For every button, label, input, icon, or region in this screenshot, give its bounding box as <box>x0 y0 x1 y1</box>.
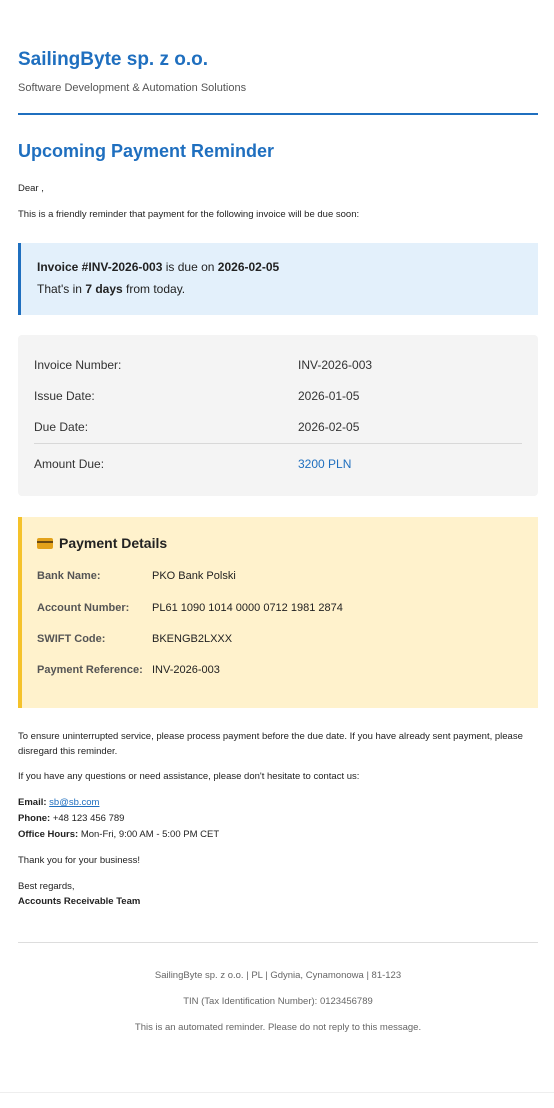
signature-team: Accounts Receivable Team <box>18 896 141 907</box>
hours-label: Office Hours: <box>18 829 79 840</box>
questions-text: If you have any questions or need assist… <box>18 771 360 782</box>
invoice-details: Invoice Number: INV-2026-003 Issue Date:… <box>18 335 538 496</box>
ensure-text: To ensure uninterrupted service, please … <box>18 731 523 757</box>
days-prefix: That's in <box>37 282 86 296</box>
payment-details: Payment Details Bank Name: PKO Bank Pols… <box>18 517 538 708</box>
hours-value: Mon-Fri, 9:00 AM - 5:00 PM CET <box>78 829 220 840</box>
footer-tin: TIN (Tax Identification Number): 0123456… <box>183 996 373 1007</box>
contact-hours: Office Hours: Mon-Fri, 9:00 AM - 5:00 PM… <box>18 827 538 842</box>
contact-email: Email: sb@sb.com <box>18 795 538 810</box>
company-tagline: Software Development & Automation Soluti… <box>18 82 247 94</box>
greeting: Dear , <box>18 183 44 194</box>
thanks-text: Thank you for your business! <box>18 855 140 866</box>
email-link[interactable]: sb@sb.com <box>49 797 99 808</box>
notice-due-date: 2026-02-05 <box>217 260 280 274</box>
due-notice-line1: Invoice #INV-2026-003 is due on 2026-02-… <box>37 260 279 274</box>
footer-divider <box>18 942 538 943</box>
payment-value: PKO Bank Polski <box>152 570 236 582</box>
details-divider <box>34 443 522 444</box>
page-title: Upcoming Payment Reminder <box>18 141 275 161</box>
detail-label: Issue Date: <box>34 389 95 403</box>
phone-label: Phone: <box>18 813 51 824</box>
email-label: Email: <box>18 797 47 808</box>
detail-label: Amount Due: <box>34 457 105 471</box>
amount-due: 3200 PLN <box>298 457 352 471</box>
intro-text: This is a friendly reminder that payment… <box>18 209 360 220</box>
payment-label: SWIFT Code: <box>37 633 106 645</box>
contact-phone: Phone: +48 123 456 789 <box>18 811 538 826</box>
regards-text: Best regards, <box>18 881 75 892</box>
detail-value: 2026-01-05 <box>298 389 360 403</box>
header-divider <box>18 113 538 115</box>
detail-row-invoice-number: Invoice Number: INV-2026-003 <box>34 358 522 378</box>
payment-label: Account Number: <box>37 602 130 614</box>
credit-card-icon <box>37 538 53 549</box>
days-remaining: 7 days <box>85 282 123 296</box>
detail-label: Due Date: <box>34 420 89 434</box>
bottom-divider <box>0 1092 554 1093</box>
detail-label: Invoice Number: <box>34 358 122 372</box>
detail-row-due-date: Due Date: 2026-02-05 <box>34 420 522 440</box>
detail-row-amount: Amount Due: 3200 PLN <box>34 457 522 477</box>
payment-heading-text: Payment Details <box>59 535 168 551</box>
payment-heading: Payment Details <box>37 535 167 551</box>
payment-label: Bank Name: <box>37 570 101 582</box>
phone-value: +48 123 456 789 <box>50 813 125 824</box>
due-text: is due on <box>162 260 218 274</box>
payment-value: BKENGB2LXXX <box>152 633 233 645</box>
detail-row-issue-date: Issue Date: 2026-01-05 <box>34 389 522 409</box>
footer-automated-note: This is an automated reminder. Please do… <box>134 1022 422 1033</box>
payment-label: Payment Reference: <box>37 664 143 676</box>
footer-address: SailingByte sp. z o.o. | PL | Gdynia, Cy… <box>154 970 402 981</box>
company-name: SailingByte sp. z o.o. <box>18 49 209 70</box>
invoice-label: Invoice #INV-2026-003 <box>37 260 163 274</box>
due-notice: Invoice #INV-2026-003 is due on 2026-02-… <box>18 243 538 315</box>
detail-value: INV-2026-003 <box>298 358 373 372</box>
detail-value: 2026-02-05 <box>298 420 360 434</box>
payment-value: PL61 1090 1014 0000 0712 1981 2874 <box>152 602 343 614</box>
payment-value: INV-2026-003 <box>152 664 220 676</box>
days-suffix: from today. <box>122 282 186 296</box>
due-notice-line2: That's in 7 days from today. <box>37 282 185 296</box>
